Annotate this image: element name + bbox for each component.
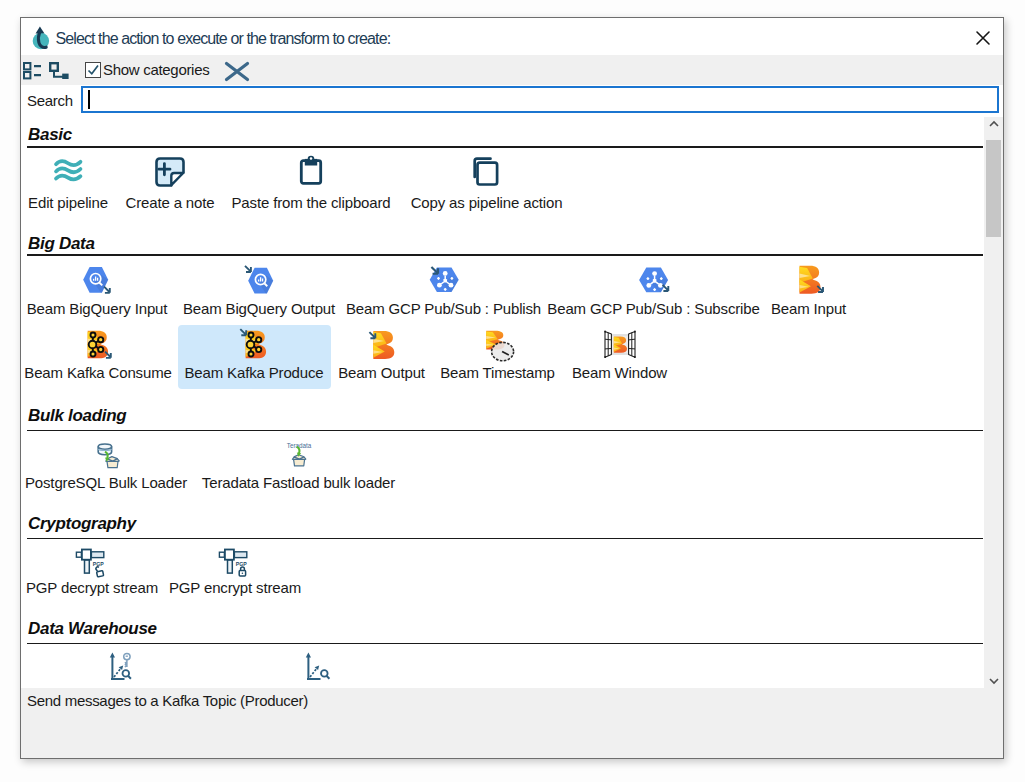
svg-text:PGP: PGP	[236, 561, 247, 567]
svg-text:PGP: PGP	[93, 561, 104, 567]
